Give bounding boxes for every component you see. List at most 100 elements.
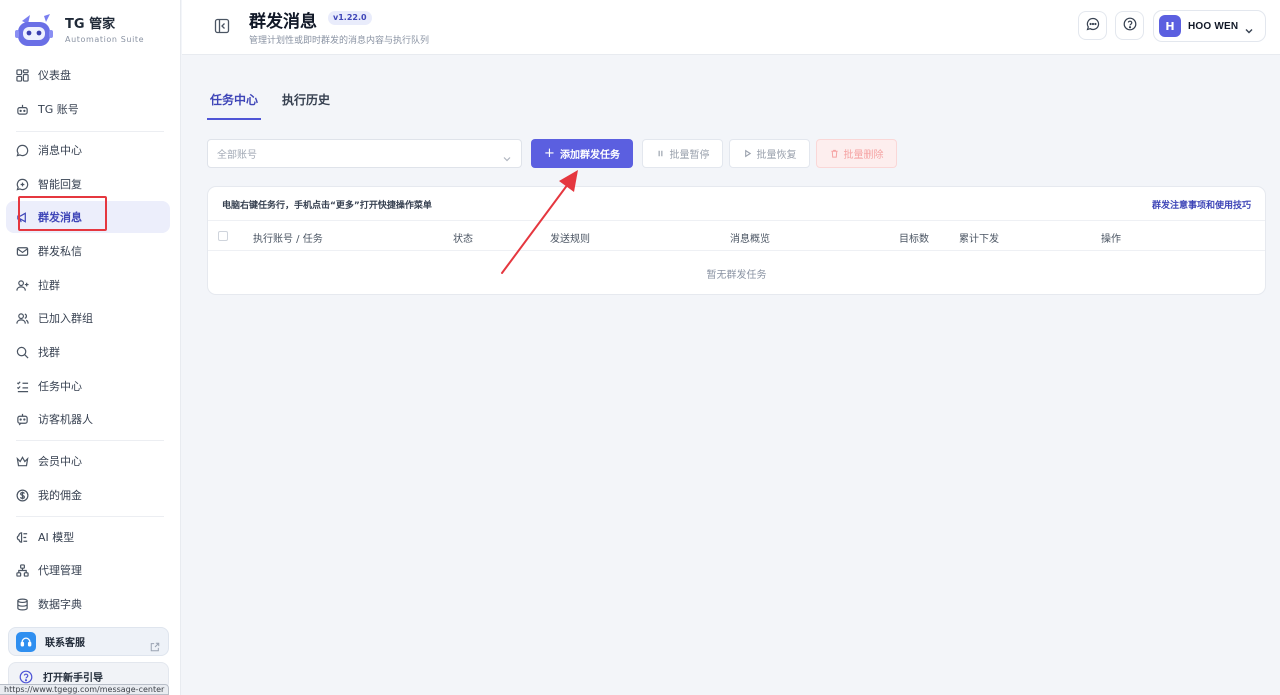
user-menu-button[interactable]: H HOO WEN — [1153, 10, 1266, 42]
column-header-actions[interactable]: 操作 — [1101, 230, 1121, 245]
usage-tips-link[interactable]: 群发注意事项和使用技巧 — [1152, 198, 1251, 211]
plus-icon: + — [544, 146, 555, 161]
link-status-bar: https://www.tgegg.com/message-center — [0, 684, 170, 695]
brand[interactable]: TG 管家 Automation Suite — [14, 12, 144, 50]
column-header-account[interactable]: 执行账号 / 任务 — [253, 230, 323, 245]
sidebar-item-task-center[interactable]: 任务中心 — [6, 370, 170, 402]
task-table-card: 电脑右键任务行，手机点击“更多”打开快捷操作菜单 群发注意事项和使用技巧 执行账… — [207, 186, 1266, 295]
nav-divider — [16, 440, 164, 441]
contact-support-button[interactable]: 联系客服 — [8, 627, 169, 656]
smart-reply-icon — [15, 177, 29, 191]
user-name: HOO WEN — [1188, 20, 1239, 32]
column-header-message-overview[interactable]: 消息概览 — [730, 230, 770, 245]
select-all-checkbox[interactable] — [218, 231, 228, 241]
add-mass-task-label: 添加群发任务 — [559, 150, 620, 161]
sidebar-item-label: 访客机器人 — [38, 413, 93, 426]
account-select[interactable]: 全部账号 — [207, 139, 522, 168]
nav-divider — [16, 516, 164, 517]
sidebar-item-visitor-bot[interactable]: 访客机器人 — [6, 403, 170, 435]
column-header-target-count[interactable]: 目标数 — [899, 230, 929, 245]
sidebar-item-label: 数据字典 — [38, 598, 82, 611]
pause-icon — [656, 149, 665, 158]
batch-resume-label: 批量恢复 — [756, 150, 797, 161]
task-list-icon — [15, 379, 29, 393]
add-mass-task-button[interactable]: + 添加群发任务 — [531, 139, 633, 168]
batch-pause-button[interactable]: 批量暂停 — [642, 139, 723, 168]
robot-icon — [15, 102, 29, 116]
column-header-total-sent[interactable]: 累计下发 — [959, 230, 999, 245]
sidebar-item-mass-message[interactable]: 群发消息 — [6, 201, 170, 233]
help-circle-icon — [1123, 16, 1137, 35]
sidebar-item-label: 找群 — [38, 346, 60, 359]
sidebar-item-label: AI 模型 — [38, 531, 75, 544]
batch-delete-button[interactable]: 批量删除 — [816, 139, 897, 168]
chevron-down-icon — [1244, 21, 1254, 34]
active-tab-indicator — [207, 118, 261, 120]
sidebar-item-proxy[interactable]: 代理管理 — [6, 554, 170, 586]
sidebar-item-label: 群发消息 — [38, 211, 82, 224]
sidebar-item-smart-reply[interactable]: 智能回复 — [6, 168, 170, 200]
megaphone-icon — [15, 210, 29, 224]
help-circle-icon — [19, 669, 33, 684]
sidebar-item-mass-dm[interactable]: 群发私信 — [6, 235, 170, 267]
search-icon — [15, 345, 29, 359]
open-guide-label: 打开新手引导 — [43, 672, 103, 684]
help-button[interactable] — [1115, 11, 1144, 40]
bot-chat-icon — [15, 412, 29, 426]
tab-execution-history[interactable]: 执行历史 — [282, 91, 330, 108]
batch-resume-button[interactable]: 批量恢复 — [729, 139, 810, 168]
account-select-value: 全部账号 — [217, 150, 257, 161]
column-header-send-rule[interactable]: 发送规则 — [550, 230, 590, 245]
dashboard-icon — [15, 68, 29, 82]
batch-pause-label: 批量暂停 — [669, 150, 710, 161]
mail-icon — [15, 244, 29, 258]
sidebar-item-label: 仪表盘 — [38, 69, 71, 82]
robot-logo-icon — [14, 12, 54, 50]
page-title: 群发消息 — [249, 12, 317, 32]
sidebar-item-label: 代理管理 — [38, 564, 82, 577]
sidebar-item-label: 群发私信 — [38, 245, 82, 258]
sidebar-item-label: 任务中心 — [38, 380, 82, 393]
page-subtitle: 管理计划性或即时群发的消息内容与执行队列 — [249, 36, 430, 46]
sidebar-item-pull-group[interactable]: 拉群 — [6, 269, 170, 301]
sidebar-item-label: 我的佣金 — [38, 489, 82, 502]
sidebar-item-label: 智能回复 — [38, 178, 82, 191]
messages-button[interactable] — [1078, 11, 1107, 40]
chat-bubble-icon — [15, 143, 29, 157]
page-header: 群发消息 v1.22.0 管理计划性或即时群发的消息内容与执行队列 H HOO … — [182, 0, 1280, 55]
external-link-icon — [150, 637, 160, 651]
sidebar-item-label: 会员中心 — [38, 455, 82, 468]
batch-delete-label: 批量删除 — [843, 150, 884, 161]
table-header: 执行账号 / 任务 状态 发送规则 消息概览 目标数 累计下发 操作 — [208, 220, 1265, 251]
sidebar-item-label: 已加入群组 — [38, 312, 93, 325]
play-icon — [743, 149, 752, 158]
sidebar-item-membership[interactable]: 会员中心 — [6, 445, 170, 477]
trash-icon — [830, 149, 839, 158]
table-tip: 电脑右键任务行，手机点击“更多”打开快捷操作菜单 — [222, 201, 432, 211]
sidebar-item-data-dictionary[interactable]: 数据字典 — [6, 588, 170, 620]
users-icon — [15, 311, 29, 325]
empty-state-text: 暂无群发任务 — [706, 270, 767, 281]
sidebar-item-label: 消息中心 — [38, 144, 82, 157]
chevron-down-icon — [502, 149, 512, 161]
headset-icon — [16, 631, 36, 652]
sidebar: TG 管家 Automation Suite 仪表盘 TG 账号 消息中心 智能… — [0, 0, 181, 695]
chat-bubble-icon — [1086, 16, 1100, 35]
sidebar-item-dashboard[interactable]: 仪表盘 — [6, 59, 170, 91]
avatar: H — [1159, 15, 1181, 37]
contact-support-label: 联系客服 — [45, 638, 85, 649]
sidebar-item-ai-model[interactable]: AI 模型 — [6, 521, 170, 553]
brand-subtitle: Automation Suite — [65, 35, 145, 44]
ai-brain-icon — [15, 530, 29, 544]
brand-title: TG 管家 — [65, 17, 116, 32]
column-header-status[interactable]: 状态 — [453, 230, 473, 245]
sidebar-item-commission[interactable]: 我的佣金 — [6, 479, 170, 511]
sidebar-item-tg-account[interactable]: TG 账号 — [6, 93, 170, 125]
tab-task-center[interactable]: 任务中心 — [210, 91, 258, 108]
network-icon — [15, 563, 29, 577]
sidebar-item-message-center[interactable]: 消息中心 — [6, 134, 170, 166]
sidebar-item-label: TG 账号 — [38, 103, 79, 116]
sidebar-item-find-group[interactable]: 找群 — [6, 336, 170, 368]
sidebar-collapse-icon[interactable] — [214, 18, 230, 34]
sidebar-item-joined-groups[interactable]: 已加入群组 — [6, 302, 170, 334]
